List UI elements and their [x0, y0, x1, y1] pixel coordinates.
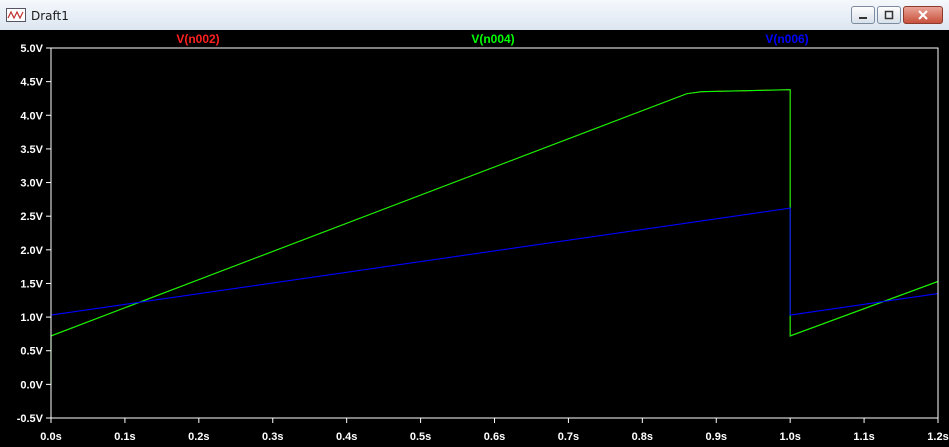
axis-layer: -0.5V 0.0V 0.5V 1.0V 1.5V 2.0V 2.5V 3.0V 3.5V 4.0…	[17, 43, 949, 443]
x-tick-label: 0.6s	[484, 431, 505, 443]
y-tick-label: 0.0V	[20, 379, 43, 391]
restore-button[interactable]	[877, 6, 901, 24]
x-tick-label: 0.2s	[188, 431, 209, 443]
y-tick-label: 4.0V	[20, 110, 43, 122]
x-tick-label: 0.3s	[262, 431, 283, 443]
x-tick-label: 0.9s	[706, 431, 727, 443]
legend-entry[interactable]: V(n006)	[765, 32, 808, 46]
series-line-vn002	[50, 89, 939, 337]
series-line-vn006	[50, 207, 939, 316]
y-tick-label: 2.5V	[20, 211, 43, 223]
close-icon	[918, 10, 928, 20]
minimize-icon	[859, 17, 867, 19]
x-tick-label: 0.0s	[40, 431, 61, 443]
x-tick-label: 0.7s	[558, 431, 579, 443]
legend-entry[interactable]: V(n002)	[176, 32, 219, 46]
y-tick-label: 2.0V	[20, 245, 43, 257]
y-tick-label: -0.5V	[17, 413, 44, 425]
y-tick-label: 1.0V	[20, 312, 43, 324]
waveform-chart[interactable]: -0.5V 0.0V 0.5V 1.0V 1.5V 2.0V 2.5V 3.0V 3.5V 4.0…	[0, 30, 949, 447]
x-tick-label: 0.5s	[410, 431, 431, 443]
series-line-vn004	[50, 89, 939, 385]
series-layer	[50, 89, 939, 385]
x-tick-label: 0.8s	[632, 431, 653, 443]
x-tick-label: 1.1s	[853, 431, 874, 443]
y-tick-label: 4.5V	[20, 77, 43, 89]
x-tick-label: 0.4s	[336, 431, 357, 443]
legend-entry[interactable]: V(n004)	[471, 32, 514, 46]
x-tick-label: 0.1s	[114, 431, 135, 443]
legend: V(n002) V(n004) V(n006)	[176, 32, 808, 46]
waveform-plot-pane[interactable]: -0.5V 0.0V 0.5V 1.0V 1.5V 2.0V 2.5V 3.0V 3.5V 4.0…	[0, 30, 949, 447]
minimize-button[interactable]	[851, 6, 875, 24]
y-tick-label: 3.5V	[20, 144, 43, 156]
plot-frame	[50, 47, 939, 419]
restore-icon	[884, 10, 894, 20]
x-tick-label: 1.2s	[927, 431, 948, 443]
y-tick-label: 0.5V	[20, 346, 43, 358]
x-tick-label: 1.0s	[779, 431, 800, 443]
window-title: Draft1	[31, 9, 69, 23]
title-bar[interactable]: Draft1	[0, 0, 949, 31]
y-tick-label: 3.0V	[20, 178, 43, 190]
y-tick-label: 1.5V	[20, 278, 43, 290]
close-button[interactable]	[903, 6, 943, 24]
y-tick-label: 5.0V	[20, 43, 43, 55]
waveform-app-icon	[6, 8, 26, 22]
app-window: Draft1 -0.5V 0.0V 0.5V 1.0V 1.5V 2.0V 2.5V 3.0V…	[0, 0, 949, 447]
